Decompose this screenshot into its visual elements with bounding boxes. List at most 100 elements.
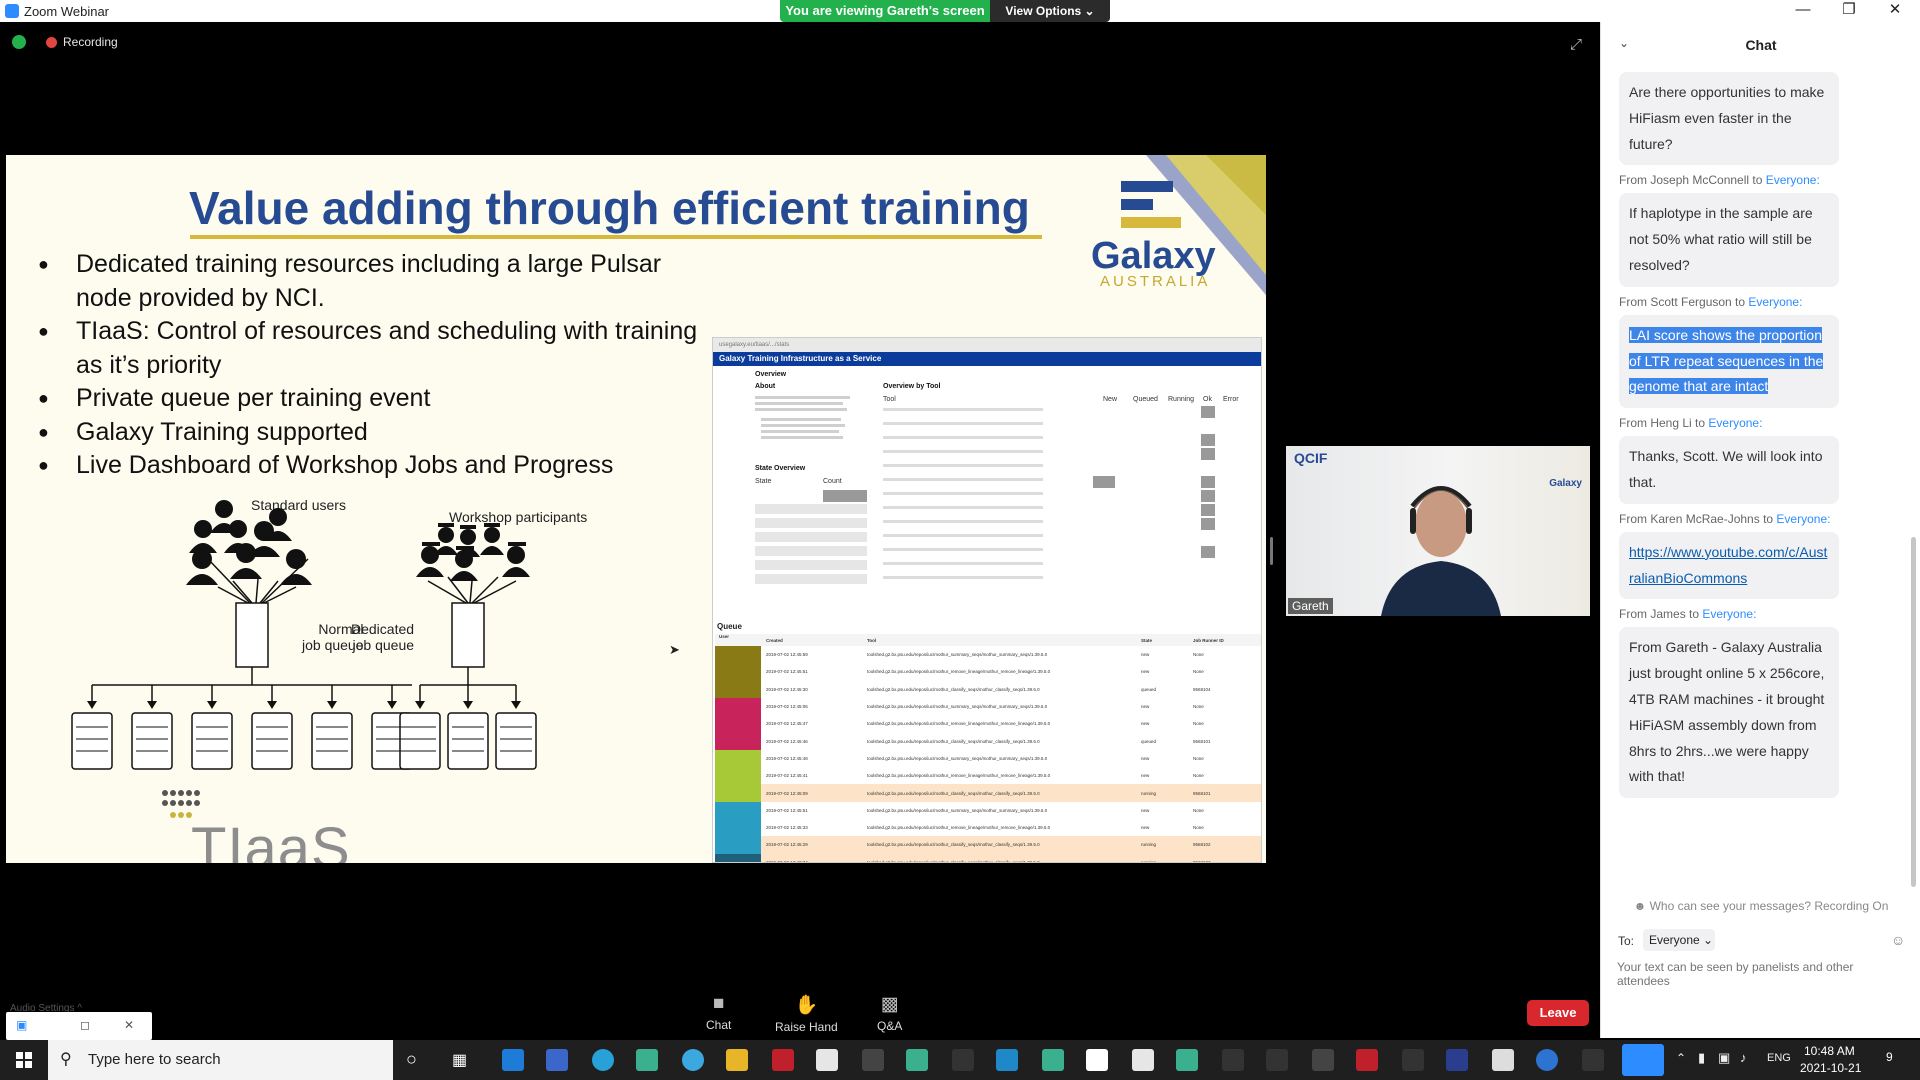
- queue-row: 2019-07-02 12:45:48 toolshed.g2.bx.psu.ed…: [715, 749, 1261, 768]
- tray-chevron-icon[interactable]: ⌃: [1676, 1051, 1686, 1065]
- queue-job-id: 9568101: [1193, 738, 1211, 744]
- volume-icon[interactable]: ♪: [1740, 1050, 1747, 1065]
- queue-created: 2019-07-02 12:45:30: [766, 686, 808, 692]
- chat-message-list[interactable]: Are there opportunities to make HiFiasm …: [1619, 72, 1899, 910]
- close-icon[interactable]: ✕: [1872, 0, 1918, 22]
- app-icon[interactable]: [1086, 1049, 1108, 1071]
- to-label: To:: [1618, 934, 1635, 948]
- chat-input[interactable]: [1617, 960, 1907, 1000]
- server-rack-icons: [71, 712, 537, 770]
- raise-hand-button[interactable]: ✋ Raise Hand: [775, 993, 838, 1034]
- mini-window-controls: ▣ ◻ ✕: [6, 1012, 152, 1040]
- queue-created: 2019-07-02 12:45:47: [766, 721, 808, 727]
- windows-taskbar: ⚲ Type here to search ○ ▦ ⌃ ▮ ▣ ♪ ENG 10…: [0, 1040, 1920, 1080]
- app-icon[interactable]: [1042, 1049, 1064, 1071]
- app-icon[interactable]: [1222, 1049, 1244, 1071]
- chat-link[interactable]: https://www.youtube.com/c/AustralianBioC…: [1629, 544, 1827, 586]
- internet-explorer-icon[interactable]: [502, 1049, 524, 1071]
- task-view-icon[interactable]: ▦: [452, 1050, 467, 1070]
- queue-tool: toolshed.g2.bx.psu.edu/repos/iuc/mothur_…: [867, 704, 1048, 710]
- minimize-icon[interactable]: —: [1780, 0, 1826, 22]
- edge-icon[interactable]: [592, 1049, 614, 1071]
- language-indicator[interactable]: ENG: [1767, 1052, 1791, 1064]
- recipient-name: Everyone:: [1776, 511, 1831, 526]
- queue-state: running: [1141, 842, 1157, 848]
- app-icon[interactable]: [1266, 1049, 1288, 1071]
- emoji-icon[interactable]: ☺: [1891, 932, 1905, 948]
- clock-date[interactable]: 2021-10-21: [1800, 1061, 1861, 1075]
- cortana-icon[interactable]: ○: [406, 1049, 417, 1070]
- split-resize-handle[interactable]: [1270, 537, 1273, 565]
- zoom-taskbar-icon[interactable]: [1622, 1044, 1664, 1076]
- battery-icon[interactable]: ▮: [1698, 1050, 1705, 1066]
- queue-state: new: [1141, 825, 1150, 831]
- github-icon[interactable]: [1402, 1049, 1424, 1071]
- app-icon[interactable]: [816, 1049, 838, 1071]
- queue-row: 2019-07-02 12:45:47 toolshed.g2.bx.psu.ed…: [715, 715, 1261, 733]
- app-icon[interactable]: [1492, 1049, 1514, 1071]
- bullet-item: Private queue per training event: [32, 382, 722, 416]
- chat-message-text: LAI score shows the proportion of LTR re…: [1629, 326, 1824, 395]
- app-icon[interactable]: [1582, 1049, 1604, 1071]
- queue-row: 2019-07-02 12:45:06 toolshed.g2.bx.psu.ed…: [715, 697, 1261, 716]
- queue-job-id: None: [1193, 721, 1204, 727]
- queue-user-swatch: [715, 767, 761, 785]
- people-icon: ☻: [1633, 899, 1650, 913]
- title-underline: [190, 235, 1042, 239]
- chat-message-sender: From Heng Li to Everyone:: [1619, 416, 1763, 431]
- chat-message-text: From Gareth - Galaxy Australia just brou…: [1629, 639, 1825, 785]
- recipient-name: Everyone:: [1702, 607, 1757, 622]
- app-icon[interactable]: [996, 1049, 1018, 1071]
- chat-button[interactable]: ■ Chat: [706, 993, 731, 1032]
- chat-privacy-notice[interactable]: ☻ Who can see your messages? Recording O…: [1601, 899, 1920, 913]
- queue-job-id: None: [1193, 773, 1204, 779]
- speaker-person-icon: [1381, 486, 1501, 616]
- recipient-select[interactable]: Everyone ⌄: [1643, 929, 1715, 951]
- app-icon[interactable]: [1446, 1049, 1468, 1071]
- app-icon[interactable]: [1312, 1049, 1334, 1071]
- restore-icon[interactable]: ❐: [1826, 0, 1872, 22]
- queue-user-swatch: [715, 680, 761, 698]
- acrobat-icon[interactable]: [772, 1049, 794, 1071]
- queue-state: running: [1141, 859, 1157, 863]
- app-icon[interactable]: [636, 1049, 658, 1071]
- app-icon[interactable]: [1132, 1049, 1154, 1071]
- dashboard-overview: Overview About Overview by Tool State Ov…: [713, 366, 1261, 621]
- app-icon[interactable]: [906, 1049, 928, 1071]
- app-icon[interactable]: [1176, 1049, 1198, 1071]
- galaxy-logo-word: Galaxy: [1091, 235, 1216, 277]
- queue-tool: toolshed.g2.bx.psu.edu/repos/iuc/mothur_…: [867, 859, 1040, 863]
- notification-count[interactable]: 9: [1886, 1050, 1893, 1064]
- fullscreen-icon[interactable]: ⤢: [1570, 36, 1582, 53]
- queue-diagram-graphic: [71, 500, 537, 818]
- workshop-participants-icon: [416, 523, 530, 581]
- windows-start-icon[interactable]: [0, 1040, 48, 1080]
- queue-created: 2019-07-02 12:45:09: [766, 790, 808, 796]
- queue-user-swatch: [715, 818, 761, 837]
- app-icon[interactable]: [862, 1049, 884, 1071]
- app-icon[interactable]: [546, 1049, 568, 1071]
- app-icon[interactable]: [952, 1049, 974, 1071]
- leave-button[interactable]: Leave: [1527, 1000, 1589, 1026]
- browser-icon[interactable]: [682, 1049, 704, 1071]
- queue-created: 2019-07-02 12:45:06: [766, 704, 808, 710]
- encryption-shield-icon[interactable]: [12, 35, 26, 49]
- network-icon[interactable]: ▣: [1718, 1050, 1730, 1066]
- speaker-video[interactable]: QCIF Galaxy Gareth: [1286, 446, 1590, 616]
- app-icon[interactable]: [1356, 1049, 1378, 1071]
- chat-scrollbar[interactable]: [1911, 537, 1916, 887]
- taskbar-search-box[interactable]: ⚲ Type here to search: [48, 1040, 393, 1080]
- qa-button[interactable]: ▩ Q&A: [877, 993, 902, 1033]
- zoom-mini-icon[interactable]: ▣: [16, 1018, 27, 1032]
- queue-state: new: [1141, 807, 1150, 813]
- file-explorer-icon[interactable]: [726, 1049, 748, 1071]
- app-icon[interactable]: [1536, 1049, 1558, 1071]
- queue-row: 2019-07-02 12:45:41 toolshed.g2.bx.psu.ed…: [715, 767, 1261, 785]
- queue-job-id: None: [1193, 704, 1204, 710]
- clock-time[interactable]: 10:48 AM: [1804, 1044, 1855, 1058]
- view-options-button[interactable]: View Options ⌄: [990, 0, 1110, 22]
- close-mini-icon[interactable]: ✕: [124, 1018, 134, 1032]
- queue-user-swatch: [715, 801, 761, 819]
- chat-message-bubble[interactable]: https://www.youtube.com/c/AustralianBioC…: [1619, 531, 1839, 600]
- restore-mini-icon[interactable]: ◻: [80, 1018, 90, 1032]
